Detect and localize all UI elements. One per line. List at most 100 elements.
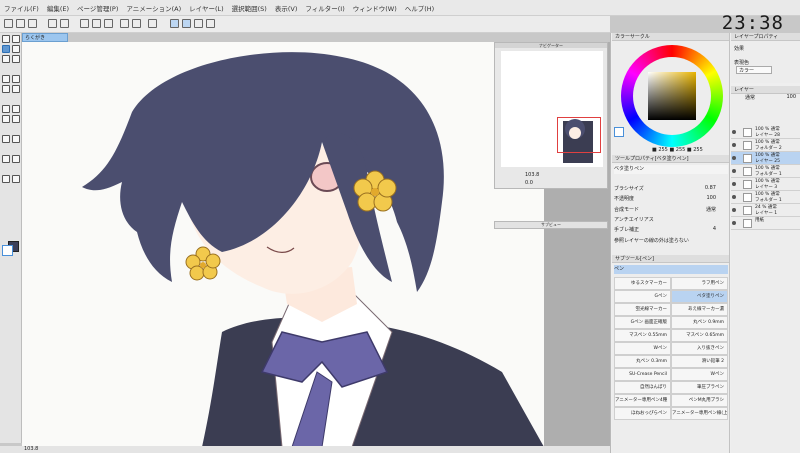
subtool-item[interactable]: あえ線マーカー濃 (671, 303, 728, 316)
new-icon[interactable] (4, 19, 13, 28)
eye-icon[interactable] (732, 169, 736, 173)
menu-animation[interactable]: アニメーション(A) (126, 3, 181, 13)
stabilization-value[interactable]: 4 (713, 226, 716, 232)
gradient-tool-icon[interactable] (12, 75, 20, 83)
subtool-group-tab[interactable]: ペン (614, 265, 728, 274)
fill-tool-icon[interactable] (2, 75, 10, 83)
subtool-item[interactable]: 滑い鉛筆 2 (671, 355, 728, 368)
subtool-item-selected[interactable]: ベタ塗りペン (671, 290, 728, 303)
line-tool-icon[interactable] (12, 175, 20, 183)
pencil-mode-icon[interactable] (182, 19, 191, 28)
layer-row[interactable]: 24 % 通常 レイヤー 1 (731, 204, 800, 217)
subtool-item[interactable]: 丸ペン 0.3mm (614, 355, 671, 368)
expression-color-select[interactable]: カラー (736, 66, 772, 74)
airbrush-tool-icon[interactable] (12, 55, 20, 63)
subtool-item[interactable]: マスペン 0.55mm (614, 329, 671, 342)
brush-size-row[interactable]: ブラシサイズ 0.87 (614, 185, 728, 194)
eraser-mode-icon[interactable] (206, 19, 215, 28)
ruler-tool-icon[interactable] (2, 135, 10, 143)
eye-icon[interactable] (732, 130, 736, 134)
layer-blend-select[interactable]: 通常 (745, 95, 755, 101)
figure-tool-icon[interactable] (2, 115, 10, 123)
eye-icon[interactable] (732, 208, 736, 212)
subtool-item[interactable]: 自然ほんぼり (614, 381, 671, 394)
save-icon[interactable] (28, 19, 37, 28)
brush-mode-icon[interactable] (194, 19, 203, 28)
ruler-icon[interactable] (148, 19, 157, 28)
subtool-item[interactable]: Gペン 画面正確版 (614, 316, 671, 329)
redo-icon[interactable] (60, 19, 69, 28)
subtool-item[interactable]: 丸ペン 0.9mm (671, 316, 728, 329)
layer-row[interactable]: 100 % 通常 フォルダー 1 (731, 165, 800, 178)
eye-icon[interactable] (732, 182, 736, 186)
lasso-tool-icon[interactable] (2, 155, 10, 163)
layer-row[interactable]: 100 % 通常 フォルダー 2 (731, 139, 800, 152)
current-color-swatch[interactable] (614, 127, 624, 137)
frame-tool-icon[interactable] (12, 115, 20, 123)
subtool-item[interactable]: 蛍光線マーカー (614, 303, 671, 316)
hue-ring[interactable] (621, 45, 723, 147)
layer-row[interactable]: 100 % 通常 レイヤー 3 (731, 178, 800, 191)
subtool-item[interactable]: ラフ用ペン (671, 277, 728, 290)
main-color-swatch[interactable] (2, 245, 13, 256)
text-tool-icon[interactable] (12, 105, 20, 113)
brush-size-value[interactable]: 0.87 (705, 185, 716, 191)
navigator-zoom[interactable]: 103.8 (525, 172, 539, 178)
blend-tool-icon[interactable] (12, 85, 20, 93)
layer-row[interactable]: 用紙 (731, 217, 800, 230)
subtool-item[interactable]: Wペン (614, 342, 671, 355)
pencil-tool-icon[interactable] (12, 45, 20, 53)
menu-layer[interactable]: レイヤー(L) (189, 3, 224, 13)
snap-ruler-icon[interactable] (132, 19, 141, 28)
antialias-row[interactable]: アンチエイリアス (614, 216, 728, 225)
brush-tool-icon[interactable] (2, 55, 10, 63)
hand-tool-icon[interactable] (12, 155, 20, 163)
object-tool-icon[interactable] (2, 175, 10, 183)
snap-icon[interactable] (120, 19, 129, 28)
zoom-tool-icon[interactable] (2, 35, 10, 43)
navigator-viewport-frame[interactable] (557, 117, 601, 153)
subtool-item[interactable]: SU-Crease Pencil (614, 368, 671, 381)
eye-icon[interactable] (732, 156, 736, 160)
subtool-item[interactable]: 筆圧ブラペン (671, 381, 728, 394)
menu-page[interactable]: ページ管理(P) (77, 3, 118, 13)
eye-icon[interactable] (732, 195, 736, 199)
subtool-item[interactable]: ゆるスクマーカー (614, 277, 671, 290)
subtool-item[interactable]: ほねおっぴらペン (614, 407, 671, 420)
pen-tool-icon[interactable] (2, 45, 10, 53)
menu-view[interactable]: 表示(V) (275, 3, 298, 13)
clear-icon[interactable] (80, 19, 89, 28)
navigator-preview[interactable] (501, 51, 603, 167)
menu-edit[interactable]: 編集(E) (47, 3, 69, 13)
opacity-value[interactable]: 100 (706, 195, 716, 201)
subtool-item[interactable]: アニメーター専用ペン線(上) (671, 407, 728, 420)
stabilization-row[interactable]: 手ブレ補正 4 (614, 226, 728, 235)
menu-selection[interactable]: 選択範囲(S) (232, 3, 267, 13)
menu-help[interactable]: ヘルプ(H) (405, 3, 434, 13)
blend-mode-row[interactable]: 合成モード 通常 (614, 206, 728, 215)
transform-icon[interactable] (92, 19, 101, 28)
eye-icon[interactable] (732, 143, 736, 147)
layer-row-selected[interactable]: 100 % 通常 レイヤー 25 (731, 152, 800, 165)
subtool-item[interactable]: アニメーター専用ペン4種 (614, 394, 671, 407)
eyedropper-tool-icon[interactable] (2, 105, 10, 113)
pen-mode-icon[interactable] (170, 19, 179, 28)
document-tab[interactable]: らくがき (22, 33, 68, 42)
reference-layer-row[interactable]: 参照レイヤーの線の外は塗らない (614, 237, 728, 246)
menu-file[interactable]: ファイル(F) (4, 3, 39, 13)
navigator-angle[interactable]: 0.0 (525, 180, 533, 186)
layer-opacity-value[interactable]: 100 (786, 94, 796, 100)
status-zoom[interactable]: 103.8 (24, 446, 38, 452)
eraser-tool-icon[interactable] (2, 85, 10, 93)
open-icon[interactable] (16, 19, 25, 28)
eye-icon[interactable] (732, 221, 736, 225)
subtool-item[interactable]: Gペン (614, 290, 671, 303)
saturation-value-square[interactable] (648, 72, 696, 120)
balloon-tool-icon[interactable] (12, 135, 20, 143)
menu-window[interactable]: ウィンドウ(W) (353, 3, 397, 13)
subtool-item[interactable]: 入り抜きペン (671, 342, 728, 355)
layer-row[interactable]: 100 % 通常 レイヤー 28 (731, 126, 800, 139)
undo-icon[interactable] (48, 19, 57, 28)
canvas[interactable] (22, 42, 544, 447)
menu-filter[interactable]: フィルター(I) (305, 3, 344, 13)
